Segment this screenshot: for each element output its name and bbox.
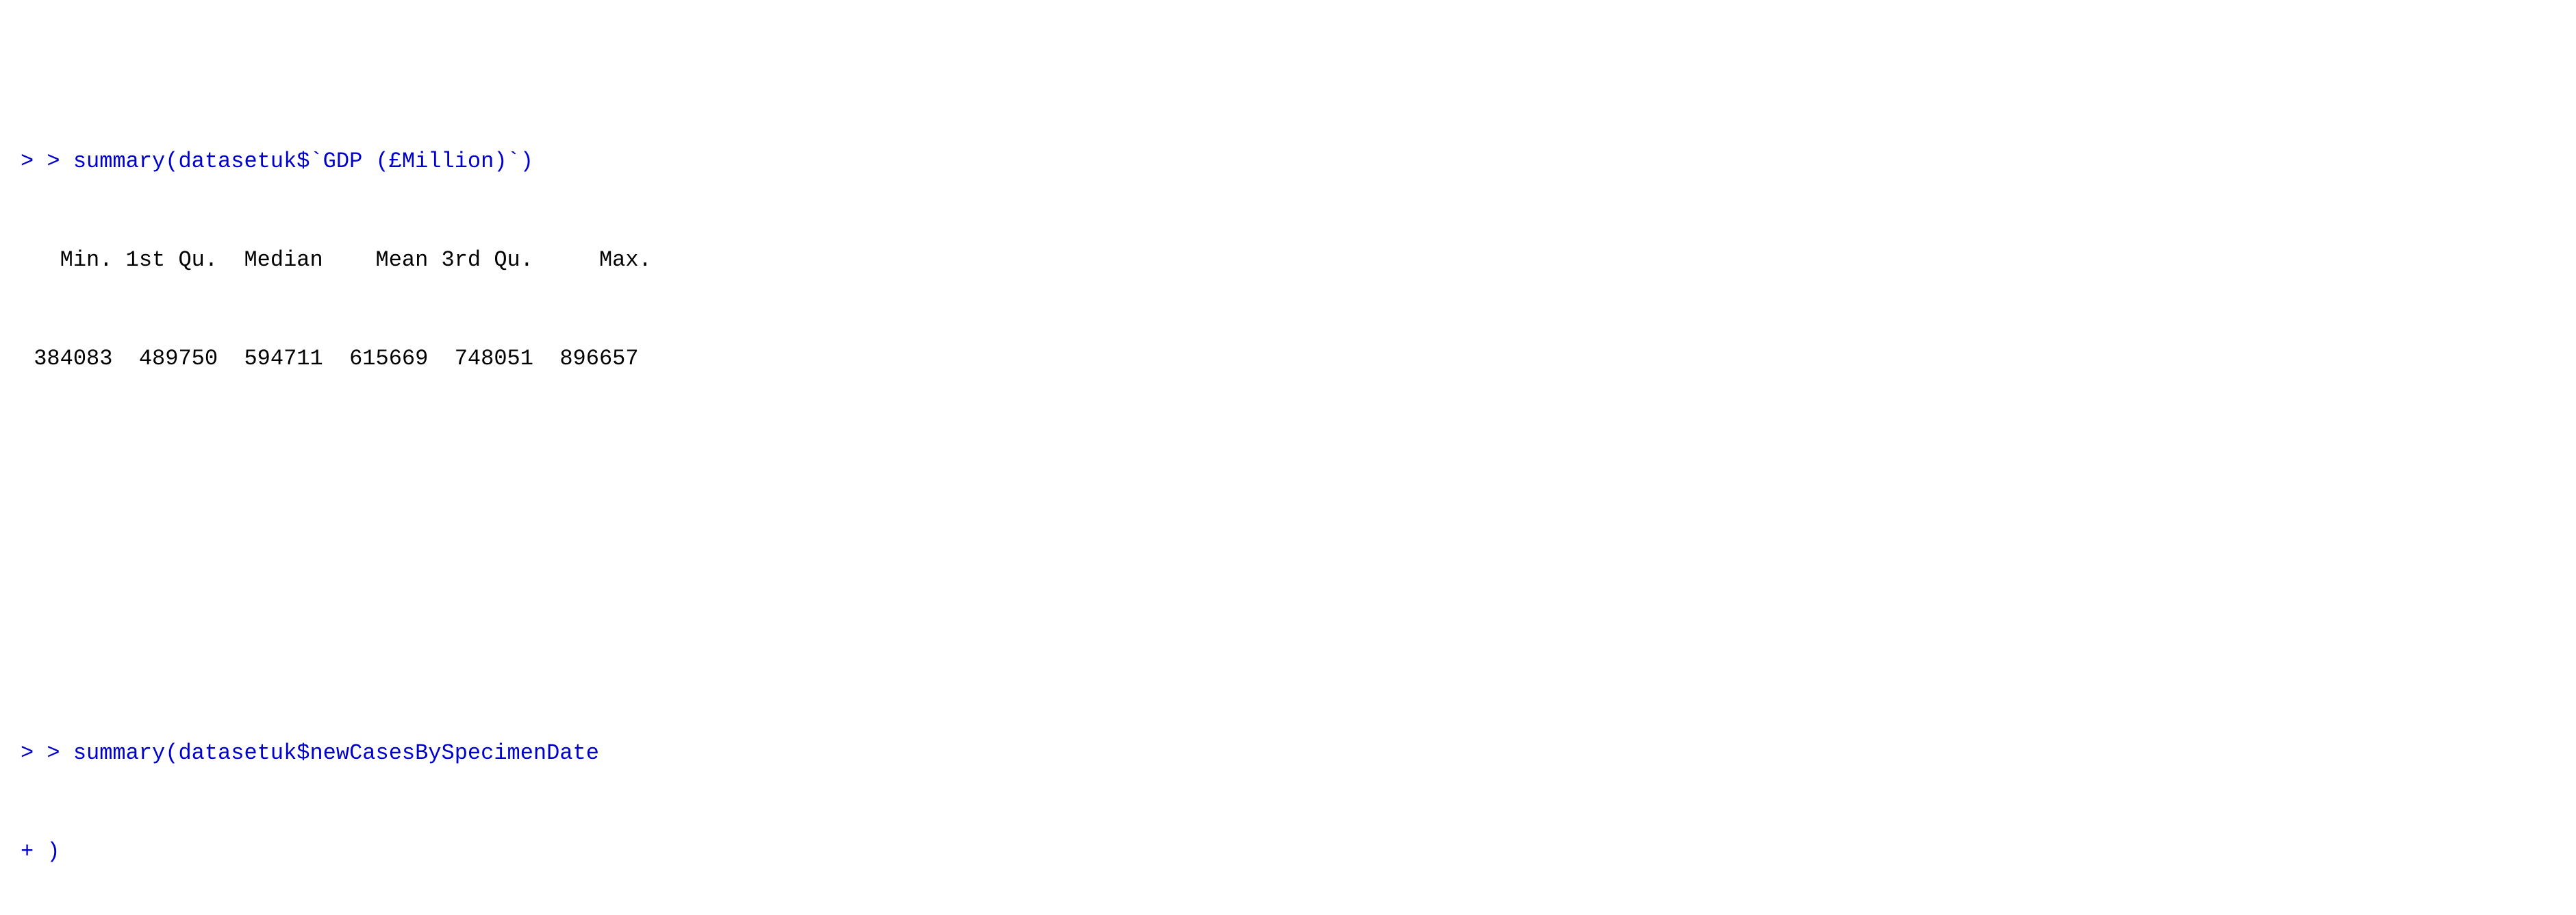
header-line-1: Min. 1st Qu. Median Mean 3rd Qu. Max. [21, 244, 2555, 277]
block2: > > summary(datasetuk$newCasesBySpecimen… [21, 671, 2555, 915]
continuation-line: + ) [21, 836, 2555, 868]
command-text-1: > summary(datasetuk$`GDP (£Million)`) [47, 149, 533, 174]
prompt-symbol-2: > [21, 740, 47, 766]
command-line-1[interactable]: > > summary(datasetuk$`GDP (£Million)`) [21, 145, 2555, 178]
spacer-1 [21, 540, 2555, 573]
prompt-symbol-1: > [21, 149, 47, 174]
block1: > > summary(datasetuk$`GDP (£Million)`) … [21, 79, 2555, 441]
command-text-2: > summary(datasetuk$newCasesBySpecimenDa… [47, 740, 599, 766]
values-line-1: 384083 489750 594711 615669 748051 89665… [21, 342, 2555, 375]
console-output: > > summary(datasetuk$`GDP (£Million)`) … [21, 14, 2555, 915]
command-line-2[interactable]: > > summary(datasetuk$newCasesBySpecimen… [21, 737, 2555, 770]
